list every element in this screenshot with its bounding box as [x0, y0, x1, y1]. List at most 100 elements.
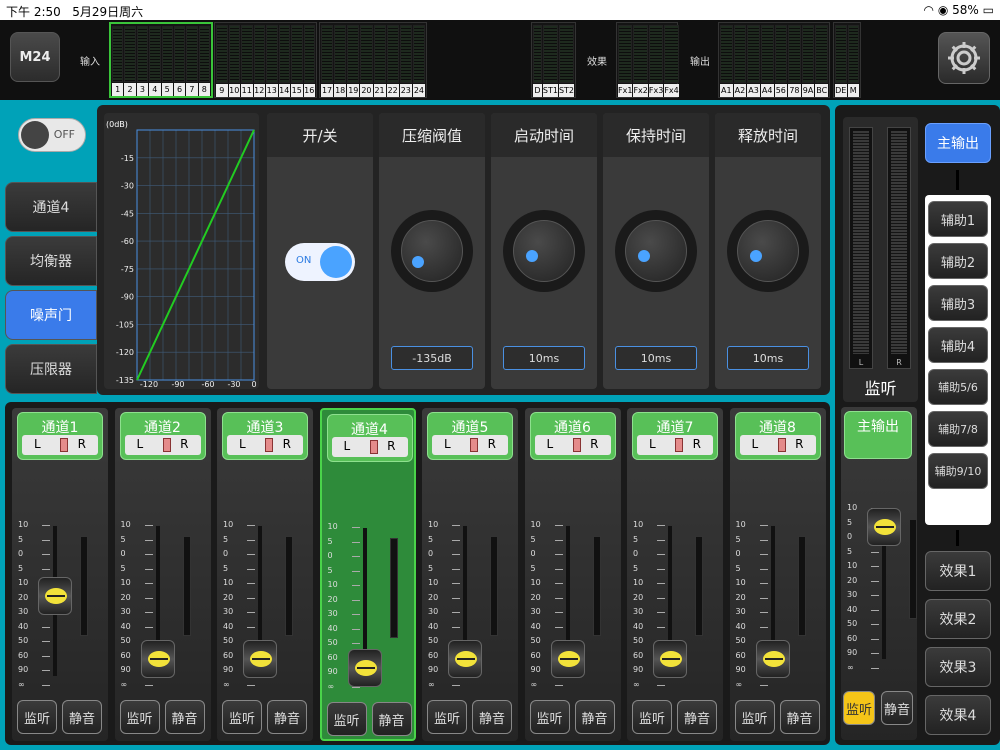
app-logo[interactable]: M24 — [10, 32, 60, 82]
meter-group-stereo[interactable]: D ST1 ST2 — [531, 22, 576, 98]
meter-number: 19 — [347, 84, 360, 97]
attack-knob[interactable] — [503, 210, 585, 292]
meter-group-inputs-17-24[interactable]: 17 18 19 20 21 22 23 24 — [319, 22, 427, 98]
output-aux-button[interactable]: 辅助3 — [928, 285, 988, 321]
meter-bar — [124, 26, 136, 82]
fader-knob[interactable] — [867, 508, 901, 547]
listen-button[interactable]: 监听 — [222, 700, 262, 734]
listen-button[interactable]: 监听 — [734, 700, 775, 734]
fader-knob[interactable] — [550, 640, 585, 678]
fader-knob[interactable] — [448, 640, 482, 678]
meter-number: 8 — [198, 83, 210, 96]
power-toggle[interactable]: OFF — [18, 118, 86, 152]
effect2-button[interactable]: 效果2 — [925, 599, 991, 639]
meter-bar — [618, 25, 633, 83]
mute-button[interactable]: 静音 — [371, 702, 412, 736]
meter-channel: 5 — [161, 26, 173, 96]
fader-knob[interactable] — [755, 640, 790, 678]
fader-knob[interactable] — [653, 640, 687, 678]
output-list[interactable]: 辅助1 辅助2 辅助3 辅助4 辅助5/6 辅助7/8 辅助9/10 — [925, 195, 991, 525]
pan-control[interactable]: LR — [124, 435, 201, 455]
master-name[interactable]: 主输出 — [844, 411, 912, 459]
meter-group-master[interactable]: DE M — [833, 22, 861, 98]
channel-name-button[interactable]: 通道6 L R — [529, 412, 616, 460]
output-aux-button[interactable]: 辅助2 — [928, 243, 988, 279]
meter-group-inputs-9-16[interactable]: 9 10 11 12 13 14 15 16 — [214, 22, 317, 98]
meter-bar — [633, 25, 648, 83]
mute-button[interactable]: 静音 — [779, 700, 820, 734]
gate-on-toggle[interactable]: ON — [285, 243, 355, 281]
output-main[interactable]: 主输出 — [925, 123, 991, 163]
pan-indicator — [369, 440, 378, 454]
release-knob[interactable] — [727, 210, 809, 292]
channel-name-button[interactable]: 通道5 L R — [427, 412, 513, 460]
listen-button[interactable]: 监听 — [632, 700, 672, 734]
effect4-button[interactable]: 效果4 — [925, 695, 991, 735]
gate-curve-graph[interactable]: (0dB) -15 -30 -45 -60 -75 -90 -105 -120 -135 -12… — [104, 113, 259, 389]
meter-number: BC — [815, 84, 828, 97]
fader-knob[interactable] — [140, 640, 175, 678]
output-aux-button[interactable]: 辅助9/10 — [928, 453, 988, 489]
listen-button[interactable]: 监听 — [843, 691, 875, 725]
listen-button[interactable]: 监听 — [427, 700, 467, 734]
output-aux-button[interactable]: 辅助7/8 — [928, 411, 988, 447]
listen-button[interactable]: 监听 — [326, 702, 367, 736]
channel-name-button[interactable]: 通道7 L R — [632, 412, 718, 460]
pan-control[interactable]: LR — [637, 435, 713, 455]
meter-bar — [321, 25, 334, 83]
hold-value[interactable]: 10ms — [615, 346, 697, 370]
fader-knob[interactable] — [243, 640, 277, 678]
meter-channel: 24 — [412, 25, 425, 97]
tab-eq[interactable]: 均衡器 — [5, 236, 97, 286]
lock-rotation-icon: ◉ — [937, 3, 949, 17]
meter-bar — [360, 25, 373, 83]
tab-limiter[interactable]: 压限器 — [5, 344, 97, 394]
pan-control[interactable]: LR — [22, 435, 98, 455]
hold-knob[interactable] — [615, 210, 697, 292]
threshold-value[interactable]: -135dB — [391, 346, 473, 370]
listen-button[interactable]: 监听 — [119, 700, 160, 734]
meter-group-outputs[interactable]: A1 A2 A3 A4 56 78 9A BC — [718, 22, 830, 98]
meter-channel: 21 — [373, 25, 386, 97]
meter-group-fx[interactable]: Fx1 Fx2 Fx3 Fx4 — [616, 22, 679, 98]
pan-control[interactable]: LR — [432, 435, 508, 455]
channel-name-button[interactable]: 通道1 L R — [17, 412, 103, 460]
channel-name-button[interactable]: 通道8 L R — [734, 412, 821, 460]
fader-knob[interactable] — [38, 577, 72, 615]
pan-control[interactable]: LR — [227, 435, 303, 455]
meter-channel: 8 — [198, 26, 210, 96]
pan-control[interactable]: LR — [534, 435, 611, 455]
meter-group-inputs-1-8[interactable]: 12345678 — [109, 22, 213, 98]
mute-button[interactable]: 静音 — [472, 700, 512, 734]
pan-control[interactable]: LR — [331, 437, 408, 457]
release-value[interactable]: 10ms — [727, 346, 809, 370]
settings-button[interactable] — [938, 32, 990, 84]
output-aux-button[interactable]: 辅助5/6 — [928, 369, 988, 405]
mute-button[interactable]: 静音 — [62, 700, 102, 734]
listen-button[interactable]: 监听 — [17, 700, 57, 734]
output-aux-button[interactable]: 辅助1 — [928, 201, 988, 237]
meter-channel: Fx4 — [664, 25, 679, 97]
channel-name-button[interactable]: 通道3 L R — [222, 412, 308, 460]
effect3-button[interactable]: 效果3 — [925, 647, 991, 687]
channel-name-button[interactable]: 通道4 L R — [326, 414, 413, 462]
meter-number: 11 — [241, 84, 253, 97]
output-aux-button[interactable]: 辅助4 — [928, 327, 988, 363]
fader-knob[interactable] — [347, 649, 382, 687]
meter-channel: 56 — [774, 25, 788, 97]
mute-button[interactable]: 静音 — [881, 691, 913, 725]
monitor-panel: L R 监听 主输出 辅助1 辅助2 辅助3 辅助4 辅助5/6 辅助7/8 辅助9/10 … — [835, 105, 1000, 745]
mute-button[interactable]: 静音 — [267, 700, 307, 734]
listen-button[interactable]: 监听 — [529, 700, 570, 734]
meter-number: 12 — [253, 84, 265, 97]
pan-control[interactable]: LR — [739, 435, 816, 455]
mute-button[interactable]: 静音 — [677, 700, 717, 734]
threshold-knob[interactable] — [391, 210, 473, 292]
tab-channel4[interactable]: 通道4 — [5, 182, 97, 232]
mute-button[interactable]: 静音 — [164, 700, 205, 734]
attack-value[interactable]: 10ms — [503, 346, 585, 370]
tab-noise-gate[interactable]: 噪声门 — [5, 290, 97, 340]
channel-name-button[interactable]: 通道2 L R — [119, 412, 206, 460]
mute-button[interactable]: 静音 — [574, 700, 615, 734]
effect1-button[interactable]: 效果1 — [925, 551, 991, 591]
